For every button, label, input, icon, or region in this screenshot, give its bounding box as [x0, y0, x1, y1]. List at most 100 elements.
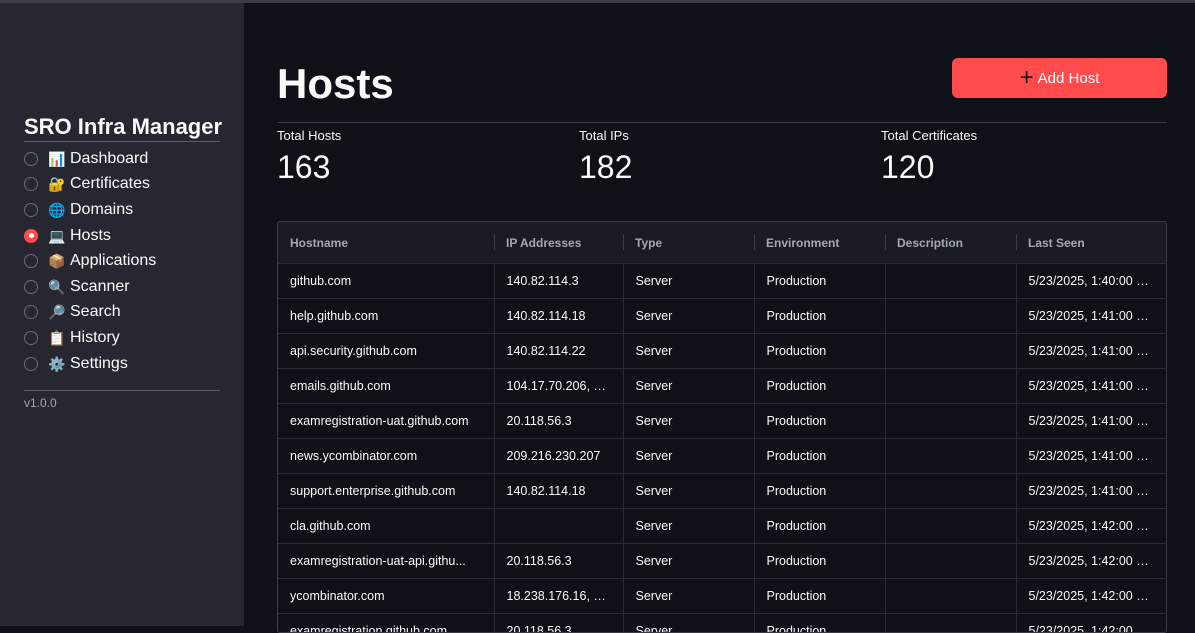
- table-cell[interactable]: news.ycombinator.com: [278, 439, 494, 474]
- table-cell[interactable]: 140.82.114.18: [494, 299, 623, 334]
- table-cell[interactable]: [885, 439, 1016, 474]
- table-cell[interactable]: Server: [623, 544, 754, 579]
- radio-button[interactable]: [24, 152, 38, 166]
- table-cell[interactable]: 5/23/2025, 1:41:00 PM: [1016, 334, 1166, 369]
- table-cell[interactable]: Production: [754, 474, 885, 509]
- table-cell[interactable]: Production: [754, 334, 885, 369]
- radio-button[interactable]: [24, 331, 38, 345]
- radio-button[interactable]: [24, 203, 38, 217]
- table-cell[interactable]: support.enterprise.github.com: [278, 474, 494, 509]
- table-cell[interactable]: [885, 509, 1016, 544]
- table-row[interactable]: cla.github.com ServerProduction 5/23/2025,…: [278, 509, 1166, 544]
- radio-button[interactable]: [24, 229, 38, 243]
- table-cell[interactable]: Production: [754, 299, 885, 334]
- sidebar-item-scanner[interactable]: 🔍Scanner: [24, 274, 224, 300]
- table-cell[interactable]: [885, 264, 1016, 299]
- table-cell[interactable]: [885, 404, 1016, 439]
- table-cell[interactable]: [885, 579, 1016, 614]
- table-cell[interactable]: Production: [754, 544, 885, 579]
- table-cell[interactable]: 5/23/2025, 1:41:00 PM: [1016, 474, 1166, 509]
- sidebar-item-domains[interactable]: 🌐Domains: [24, 197, 224, 223]
- table-row[interactable]: examregistration-uat.github.com20.118.56…: [278, 404, 1166, 439]
- column-header-environment[interactable]: Environment: [754, 222, 885, 264]
- table-cell[interactable]: [885, 334, 1016, 369]
- table-cell[interactable]: 18.238.176.16, 1...: [494, 579, 623, 614]
- sidebar-item-search[interactable]: 🔎Search: [24, 300, 224, 326]
- sidebar-item-certificates[interactable]: 🔐Certificates: [24, 172, 224, 198]
- sidebar-item-history[interactable]: 📋History: [24, 325, 224, 351]
- table-cell[interactable]: [494, 509, 623, 544]
- table-row[interactable]: news.ycombinator.com209.216.230.207Serve…: [278, 439, 1166, 474]
- table-row[interactable]: emails.github.com104.17.70.206, 1...Serv…: [278, 369, 1166, 404]
- table-cell[interactable]: 104.17.70.206, 1...: [494, 369, 623, 404]
- table-cell[interactable]: api.security.github.com: [278, 334, 494, 369]
- table-cell[interactable]: Production: [754, 439, 885, 474]
- table-cell[interactable]: 5/23/2025, 1:42:00 PM: [1016, 509, 1166, 544]
- radio-button[interactable]: [24, 254, 38, 268]
- table-row[interactable]: ycombinator.com18.238.176.16, 1...Server…: [278, 579, 1166, 614]
- table-cell[interactable]: Production: [754, 579, 885, 614]
- table-cell[interactable]: [885, 369, 1016, 404]
- table-cell[interactable]: github.com: [278, 264, 494, 299]
- table-cell[interactable]: 209.216.230.207: [494, 439, 623, 474]
- table-cell[interactable]: Production: [754, 264, 885, 299]
- table-cell[interactable]: Server: [623, 299, 754, 334]
- column-header-ip-addresses[interactable]: IP Addresses: [494, 222, 623, 264]
- table-cell[interactable]: 20.118.56.3: [494, 544, 623, 579]
- table-cell[interactable]: 5/23/2025, 1:42:00 PM: [1016, 614, 1166, 633]
- table-cell[interactable]: 5/23/2025, 1:40:00 PM: [1016, 264, 1166, 299]
- table-cell[interactable]: 5/23/2025, 1:42:00 PM: [1016, 579, 1166, 614]
- table-cell[interactable]: 5/23/2025, 1:41:00 PM: [1016, 369, 1166, 404]
- table-cell[interactable]: [885, 474, 1016, 509]
- sidebar-item-hosts[interactable]: 💻Hosts: [24, 223, 224, 249]
- table-cell[interactable]: Server: [623, 579, 754, 614]
- table-cell[interactable]: Server: [623, 264, 754, 299]
- table-cell[interactable]: Production: [754, 614, 885, 633]
- table-cell[interactable]: [885, 614, 1016, 633]
- hosts-table[interactable]: HostnameIP AddressesTypeEnvironmentDescr…: [277, 221, 1167, 633]
- column-header-type[interactable]: Type: [623, 222, 754, 264]
- table-cell[interactable]: 5/23/2025, 1:41:00 PM: [1016, 439, 1166, 474]
- table-cell[interactable]: Production: [754, 404, 885, 439]
- table-cell[interactable]: examregistration-uat-api.githu...: [278, 544, 494, 579]
- table-cell[interactable]: Server: [623, 439, 754, 474]
- table-cell[interactable]: examregistration.github.com: [278, 614, 494, 633]
- radio-button[interactable]: [24, 280, 38, 294]
- table-row[interactable]: examregistration-uat-api.githu...20.118.…: [278, 544, 1166, 579]
- table-cell[interactable]: Server: [623, 474, 754, 509]
- sidebar-item-settings[interactable]: ⚙️Settings: [24, 351, 224, 377]
- table-row[interactable]: api.security.github.com140.82.114.22Serv…: [278, 334, 1166, 369]
- table-cell[interactable]: Server: [623, 369, 754, 404]
- column-header-last-seen[interactable]: Last Seen: [1016, 222, 1166, 264]
- table-cell[interactable]: emails.github.com: [278, 369, 494, 404]
- table-cell[interactable]: Server: [623, 509, 754, 544]
- column-header-hostname[interactable]: Hostname: [278, 222, 494, 264]
- table-cell[interactable]: 140.82.114.3: [494, 264, 623, 299]
- table-cell[interactable]: Server: [623, 404, 754, 439]
- table-cell[interactable]: Production: [754, 509, 885, 544]
- table-row[interactable]: help.github.com140.82.114.18ServerProduc…: [278, 299, 1166, 334]
- radio-button[interactable]: [24, 177, 38, 191]
- radio-button[interactable]: [24, 305, 38, 319]
- table-cell[interactable]: 5/23/2025, 1:41:00 PM: [1016, 404, 1166, 439]
- table-cell[interactable]: [885, 544, 1016, 579]
- table-cell[interactable]: [885, 299, 1016, 334]
- table-cell[interactable]: 20.118.56.3: [494, 404, 623, 439]
- table-cell[interactable]: Production: [754, 369, 885, 404]
- column-header-description[interactable]: Description: [885, 222, 1016, 264]
- radio-button[interactable]: [24, 357, 38, 371]
- table-cell[interactable]: ycombinator.com: [278, 579, 494, 614]
- sidebar-item-applications[interactable]: 📦Applications: [24, 248, 224, 274]
- table-cell[interactable]: 20.118.56.3: [494, 614, 623, 633]
- sidebar-item-dashboard[interactable]: 📊Dashboard: [24, 146, 224, 172]
- table-cell[interactable]: help.github.com: [278, 299, 494, 334]
- table-row[interactable]: examregistration.github.com20.118.56.3Se…: [278, 614, 1166, 633]
- table-cell[interactable]: Server: [623, 614, 754, 633]
- table-cell[interactable]: 140.82.114.22: [494, 334, 623, 369]
- table-cell[interactable]: 5/23/2025, 1:41:00 PM: [1016, 299, 1166, 334]
- table-cell[interactable]: 140.82.114.18: [494, 474, 623, 509]
- table-cell[interactable]: examregistration-uat.github.com: [278, 404, 494, 439]
- table-row[interactable]: support.enterprise.github.com140.82.114.…: [278, 474, 1166, 509]
- table-row[interactable]: github.com140.82.114.3ServerProduction 5/…: [278, 264, 1166, 299]
- table-cell[interactable]: cla.github.com: [278, 509, 494, 544]
